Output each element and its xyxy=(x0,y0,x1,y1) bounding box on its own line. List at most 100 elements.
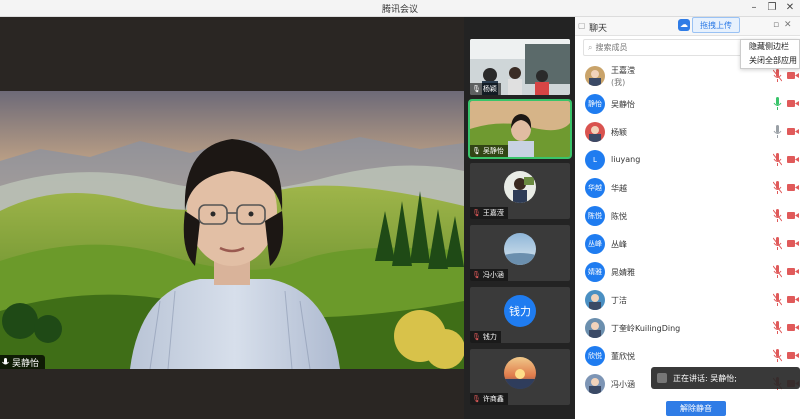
camera-off-icon[interactable] xyxy=(787,183,799,192)
speaker-video: 吴静怡 xyxy=(0,91,464,369)
speaker-name: 吴静怡 xyxy=(12,359,40,369)
participant-avatar xyxy=(504,357,536,389)
member-self-label: (我) xyxy=(611,78,626,87)
microphone-muted-icon[interactable] xyxy=(773,265,782,278)
member-name: 杨颖 xyxy=(611,128,627,137)
member-search-input[interactable] xyxy=(595,43,746,52)
thumbnail-name: 🎙 许商鑫 xyxy=(470,393,508,405)
member-name: 丁洁 xyxy=(611,296,627,305)
microphone-icon: 🎙 xyxy=(472,147,481,155)
member-row[interactable]: 婧雅 晁婧雅 xyxy=(575,258,800,286)
camera-off-icon[interactable] xyxy=(787,127,799,136)
member-row[interactable]: 丁洁 xyxy=(575,286,800,314)
camera-off-icon[interactable] xyxy=(787,155,799,164)
member-avatar: 欣悦 xyxy=(585,346,605,366)
microphone-muted-icon[interactable] xyxy=(773,69,782,82)
camera-off-icon[interactable] xyxy=(787,323,799,332)
camera-off-icon[interactable] xyxy=(787,99,799,108)
member-name: liuyang xyxy=(611,155,641,164)
main-video-stage: 吴静怡 xyxy=(0,17,464,419)
participant-avatar xyxy=(504,233,536,265)
member-row[interactable]: 杨颖 xyxy=(575,118,800,146)
member-row[interactable]: Lliuyang xyxy=(575,146,800,174)
camera-off-icon[interactable] xyxy=(787,71,799,80)
close-icon[interactable]: ✕ xyxy=(782,1,798,15)
member-row[interactable]: 华越 华越 xyxy=(575,174,800,202)
microphone-muted-icon[interactable] xyxy=(773,153,782,166)
microphone-muted-icon[interactable] xyxy=(773,237,782,250)
speaker-avatar-icon xyxy=(657,373,667,383)
member-avatar xyxy=(585,290,605,310)
camera-off-icon[interactable] xyxy=(787,295,799,304)
microphone-muted-icon: 🎙 xyxy=(472,333,481,341)
microphone-muted-icon: 🎙 xyxy=(472,271,481,279)
member-name: 董欣悦 xyxy=(611,352,635,361)
member-name: 丛峰 xyxy=(611,240,627,249)
microphone-muted-icon: 🎙 xyxy=(472,395,481,403)
microphone-muted-icon[interactable] xyxy=(773,209,782,222)
chat-bubble-icon: ▢ xyxy=(578,21,586,30)
unmute-button[interactable]: 解除静音 xyxy=(666,401,726,416)
thumbnail-name: 🎙 冯小涵 xyxy=(470,269,508,281)
sidebar-context-menu: 隐藏侧边栏 关闭全部应用 xyxy=(740,39,800,69)
title-bar: 腾讯会议 – ❐ ✕ xyxy=(0,0,800,17)
member-avatar xyxy=(585,66,605,86)
popout-icon[interactable]: ▫ xyxy=(773,20,779,30)
thumbnail-tile[interactable]: 钱力 🎙 钱力 xyxy=(470,287,570,343)
participant-thumbnails: 🎙 杨颖 🎙 吴静怡 🎙 王嘉滢 🎙 冯小涵 钱力 🎙 钱力 🎙 许商鑫 xyxy=(464,17,575,419)
member-name: 晁婧雅 xyxy=(611,268,635,277)
member-name: 王嘉滢 xyxy=(611,66,635,75)
thumbnail-tile[interactable]: 🎙 许商鑫 xyxy=(470,349,570,405)
microphone-muted-icon[interactable] xyxy=(773,181,782,194)
close-panel-icon[interactable]: ✕ xyxy=(784,20,792,30)
menu-item-close-all-apps[interactable]: 关闭全部应用 xyxy=(741,54,799,68)
member-row[interactable]: 丁奎岭KuilingDing xyxy=(575,314,800,342)
member-name: 冯小涵 xyxy=(611,380,635,389)
camera-off-icon[interactable] xyxy=(787,239,799,248)
thumbnail-tile[interactable]: 🎙 吴静怡 xyxy=(468,99,572,159)
minimize-icon[interactable]: – xyxy=(746,1,762,15)
chat-title: 聊天 xyxy=(589,24,608,34)
microphone-icon[interactable] xyxy=(773,125,782,138)
member-name: 吴静怡 xyxy=(611,100,635,109)
member-avatar xyxy=(585,318,605,338)
speaker-video-frame xyxy=(0,91,464,369)
drag-upload-button[interactable]: 拖拽上传 xyxy=(692,17,740,33)
microphone-icon[interactable] xyxy=(773,97,782,110)
member-row[interactable]: 欣悦 董欣悦 xyxy=(575,342,800,370)
thumbnail-name: 🎙 杨颖 xyxy=(470,83,501,95)
camera-off-icon[interactable] xyxy=(787,351,799,360)
member-row[interactable]: 陈悦 陈悦 xyxy=(575,202,800,230)
thumbnail-tile[interactable]: 🎙 王嘉滢 xyxy=(470,163,570,219)
microphone-muted-icon[interactable] xyxy=(773,321,782,334)
camera-off-icon[interactable] xyxy=(787,267,799,276)
member-row[interactable]: 丛峰 丛峰 xyxy=(575,230,800,258)
participant-avatar: 钱力 xyxy=(504,295,536,327)
speaker-name-tag: 吴静怡 xyxy=(0,355,46,369)
member-name: 丁奎岭KuilingDing xyxy=(611,324,681,333)
thumbnail-name: 🎙 钱力 xyxy=(470,331,501,343)
menu-item-hide-sidebar[interactable]: 隐藏侧边栏 xyxy=(741,40,799,54)
microphone-icon xyxy=(2,358,9,365)
member-row[interactable]: 静怡 吴静怡 xyxy=(575,90,800,118)
microphone-icon: 🎙 xyxy=(472,85,481,93)
member-panel: ⌕ 王嘉滢(我)静怡吴静怡杨颖Lliuyang华越华越陈悦陈悦丛峰丛峰婧雅晁婧雅… xyxy=(575,36,800,419)
speaking-text: 正在讲话: 吴静怡; xyxy=(673,373,737,383)
member-name: 华越 xyxy=(611,184,627,193)
member-avatar: 丛峰 xyxy=(585,234,605,254)
microphone-muted-icon[interactable] xyxy=(773,293,782,306)
restore-icon[interactable]: ❐ xyxy=(764,1,780,15)
member-avatar: 静怡 xyxy=(585,94,605,114)
member-avatar xyxy=(585,374,605,394)
cloud-upload-icon[interactable]: ☁ xyxy=(678,19,690,31)
camera-off-icon[interactable] xyxy=(787,211,799,220)
participant-avatar xyxy=(504,171,536,203)
member-name: 陈悦 xyxy=(611,212,627,221)
thumbnail-tile[interactable]: 🎙 杨颖 xyxy=(470,39,570,95)
member-avatar: 华越 xyxy=(585,178,605,198)
thumbnail-name: 🎙 王嘉滢 xyxy=(470,207,508,219)
microphone-muted-icon[interactable] xyxy=(773,349,782,362)
search-icon: ⌕ xyxy=(588,42,593,52)
member-avatar: 婧雅 xyxy=(585,262,605,282)
thumbnail-tile[interactable]: 🎙 冯小涵 xyxy=(470,225,570,281)
